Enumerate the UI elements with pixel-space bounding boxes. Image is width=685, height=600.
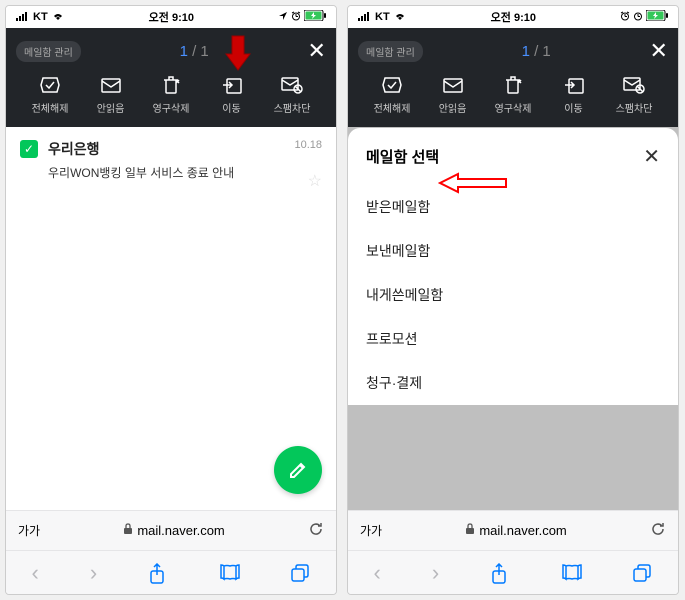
check-icon	[381, 74, 403, 96]
carrier-label: KT	[33, 11, 48, 23]
refresh-icon[interactable]	[650, 521, 666, 540]
mark-unread-button[interactable]: 안읽음	[83, 74, 139, 115]
signal-icon	[16, 11, 30, 24]
trash-icon	[160, 74, 182, 96]
mailbox-badge[interactable]: 메일함 관리	[16, 41, 81, 62]
forward-icon[interactable]: ›	[90, 560, 97, 586]
check-icon	[39, 74, 61, 96]
close-icon[interactable]: ✕	[650, 38, 668, 64]
close-icon[interactable]: ✕	[643, 144, 660, 169]
lock-icon	[123, 523, 133, 538]
signal-icon	[358, 11, 372, 24]
lock-icon	[465, 523, 475, 538]
move-button[interactable]: 이동	[204, 74, 260, 115]
share-icon[interactable]	[490, 563, 510, 583]
url-label: mail.naver.com	[137, 523, 224, 538]
mailbox-option-self[interactable]: 내게쓴메일함	[366, 273, 660, 317]
status-bar: KT 오전 9:10	[6, 6, 336, 28]
alarm-icon	[633, 11, 643, 24]
back-icon[interactable]: ‹	[374, 560, 381, 586]
share-icon[interactable]	[148, 563, 168, 583]
mail-sender: 우리은행	[48, 139, 284, 159]
move-icon	[221, 74, 243, 96]
mail-selection-header: 메일함 관리 1 / 1 ✕ 전체해제 안읽음 영구삭제	[6, 28, 336, 127]
safari-toolbar: ‹ ›	[348, 550, 678, 594]
safari-url-bar[interactable]: 가가 mail.naver.com	[348, 510, 678, 550]
mailbox-option-inbox[interactable]: 받은메일함	[366, 185, 660, 229]
trash-icon	[502, 74, 524, 96]
battery-icon	[304, 10, 326, 24]
status-bar: KT 오전 9:10	[348, 6, 678, 28]
envelope-icon	[100, 74, 122, 96]
reader-button[interactable]: 가가	[360, 522, 382, 539]
tabs-icon[interactable]	[290, 563, 310, 583]
deselect-all-button[interactable]: 전체해제	[22, 74, 78, 115]
mailbox-picker-sheet: 메일함 선택 ✕ 받은메일함 보낸메일함 내게쓴메일함 프로모션 청구·결제	[348, 128, 678, 405]
alarm-icon	[620, 11, 630, 24]
mail-selection-header: 메일함 관리 1 / 1 ✕ 전체해제 안읽음 영구삭제	[348, 28, 678, 127]
mail-list: ✓ 우리은행 우리WON뱅킹 일부 서비스 종료 안내 10.18 ☆	[6, 127, 336, 510]
checkbox-checked-icon[interactable]: ✓	[20, 140, 38, 158]
permanent-delete-button[interactable]: 영구삭제	[485, 74, 541, 115]
block-spam-button[interactable]: 스팸차단	[606, 74, 662, 115]
mail-subject: 우리WON뱅킹 일부 서비스 종료 안내	[48, 164, 284, 181]
carrier-label: KT	[375, 11, 390, 23]
refresh-icon[interactable]	[308, 521, 324, 540]
mark-unread-button[interactable]: 안읽음	[425, 74, 481, 115]
tabs-icon[interactable]	[632, 563, 652, 583]
move-button[interactable]: 이동	[546, 74, 602, 115]
location-icon	[278, 11, 288, 24]
deselect-all-button[interactable]: 전체해제	[364, 74, 420, 115]
bookmarks-icon[interactable]	[219, 563, 239, 583]
mailbox-badge[interactable]: 메일함 관리	[358, 41, 423, 62]
safari-toolbar: ‹ ›	[6, 550, 336, 594]
selection-counter: 1 / 1	[522, 43, 551, 60]
mail-item[interactable]: ✓ 우리은행 우리WON뱅킹 일부 서비스 종료 안내 10.18 ☆	[6, 127, 336, 203]
url-label: mail.naver.com	[479, 523, 566, 538]
mailbox-option-promo[interactable]: 프로모션	[366, 317, 660, 361]
clock-label: 오전 9:10	[149, 9, 194, 25]
spam-block-icon	[281, 74, 303, 96]
battery-icon	[646, 10, 668, 24]
selection-counter: 1 / 1	[180, 43, 209, 60]
back-icon[interactable]: ‹	[32, 560, 39, 586]
mail-date: 10.18	[294, 139, 322, 151]
permanent-delete-button[interactable]: 영구삭제	[143, 74, 199, 115]
close-icon[interactable]: ✕	[308, 38, 326, 64]
clock-label: 오전 9:10	[491, 9, 536, 25]
safari-url-bar[interactable]: 가가 mail.naver.com	[6, 510, 336, 550]
reader-button[interactable]: 가가	[18, 522, 40, 539]
star-icon[interactable]: ☆	[308, 171, 322, 191]
move-icon	[563, 74, 585, 96]
bookmarks-icon[interactable]	[561, 563, 581, 583]
phone-right: KT 오전 9:10 메일함 관리 1 / 1 ✕	[347, 5, 679, 595]
spam-block-icon	[623, 74, 645, 96]
mailbox-option-sent[interactable]: 보낸메일함	[366, 229, 660, 273]
wifi-icon	[51, 11, 65, 24]
mailbox-option-billing[interactable]: 청구·결제	[366, 361, 660, 405]
sheet-title: 메일함 선택	[366, 146, 439, 167]
wifi-icon	[393, 11, 407, 24]
alarm-icon	[291, 11, 301, 24]
forward-icon[interactable]: ›	[432, 560, 439, 586]
compose-button[interactable]	[274, 446, 322, 494]
block-spam-button[interactable]: 스팸차단	[264, 74, 320, 115]
mail-list-dimmed: ✓ 우리은행 우리WON뱅킹 일부 서비스 종료 안내 10.18 ☆ 메일함 …	[348, 127, 678, 510]
phone-left: KT 오전 9:10 메일함 관리 1 / 1 ✕	[5, 5, 337, 595]
envelope-icon	[442, 74, 464, 96]
